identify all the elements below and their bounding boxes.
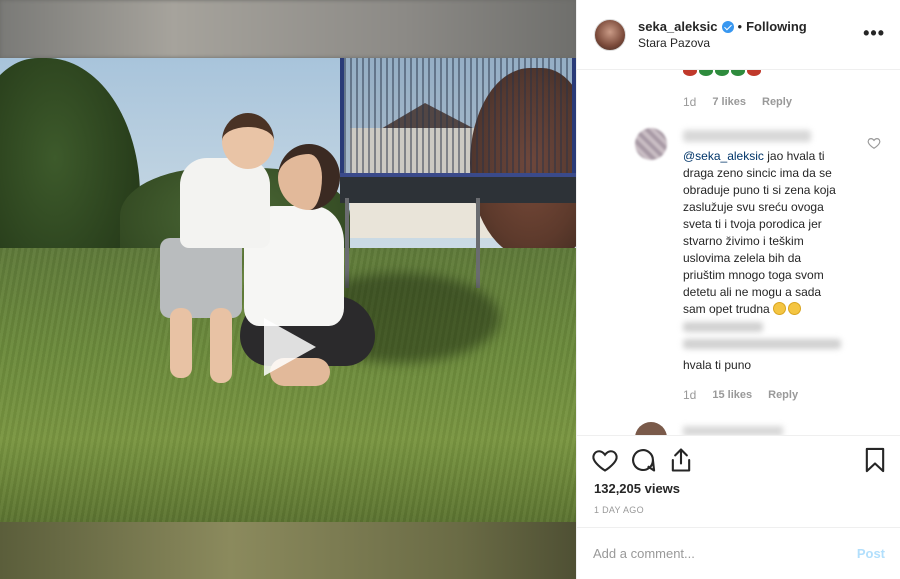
smile-emoji [788,302,802,315]
comments-list[interactable]: 1d 7 likes Reply @seka_aleksic jao hvala… [577,70,900,435]
heart-icon[interactable] [591,446,619,474]
blurred-text [683,321,763,332]
media-blur-top [0,0,576,58]
post-button[interactable]: Post [857,546,885,561]
comment-likes[interactable]: 7 likes [712,96,746,108]
post-media[interactable] [0,0,576,579]
separator: • [737,18,743,34]
username-link[interactable]: seka_aleksic [638,19,718,35]
commenter-name-blurred[interactable] [683,130,811,142]
trampoline [340,173,576,203]
blurred-text [683,339,841,349]
mention-link[interactable]: @seka_aleksic [683,149,764,163]
play-icon[interactable] [260,316,318,378]
video-frame[interactable] [0,58,576,522]
share-icon[interactable] [667,446,695,474]
comment-input[interactable] [593,546,857,561]
emoji-reaction [683,70,763,79]
comment-composer: Post [577,527,900,579]
smile-emoji [773,302,787,315]
reply-button[interactable]: Reply [762,96,792,108]
commenter-name-blurred[interactable] [683,426,783,435]
post-sidebar: seka_aleksic • Following Stara Pazova ••… [576,0,900,579]
view-count[interactable]: 132,205 views [594,481,680,496]
commenter-avatar[interactable] [635,128,667,160]
comment-time[interactable]: 1d [683,95,696,109]
post-timestamp[interactable]: 1 DAY AGO [594,505,644,515]
verified-badge-icon [721,20,734,33]
media-blur-bottom [0,522,576,579]
more-options-icon[interactable]: ••• [863,24,885,42]
comment-meta: 1d 7 likes Reply [683,95,792,109]
post-header: seka_aleksic • Following Stara Pazova ••… [577,0,900,70]
comment-likes[interactable]: 15 likes [712,389,752,401]
comment-text: @seka_aleksic jao hvala ti draga zeno si… [683,148,845,374]
comment-like-heart-icon[interactable] [867,136,881,150]
action-bar [577,435,900,483]
trampoline-net [340,58,576,178]
reply-button[interactable]: Reply [768,389,798,401]
avatar[interactable] [594,18,626,51]
location-link[interactable]: Stara Pazova [638,35,807,51]
following-button[interactable]: Following [746,19,807,35]
bookmark-icon[interactable] [861,446,889,474]
comment-time[interactable]: 1d [683,388,696,402]
child-figure [160,238,242,318]
comment-meta: 1d 15 likes Reply [683,388,798,402]
comment-icon[interactable] [629,446,657,474]
commenter-avatar[interactable] [635,422,667,435]
